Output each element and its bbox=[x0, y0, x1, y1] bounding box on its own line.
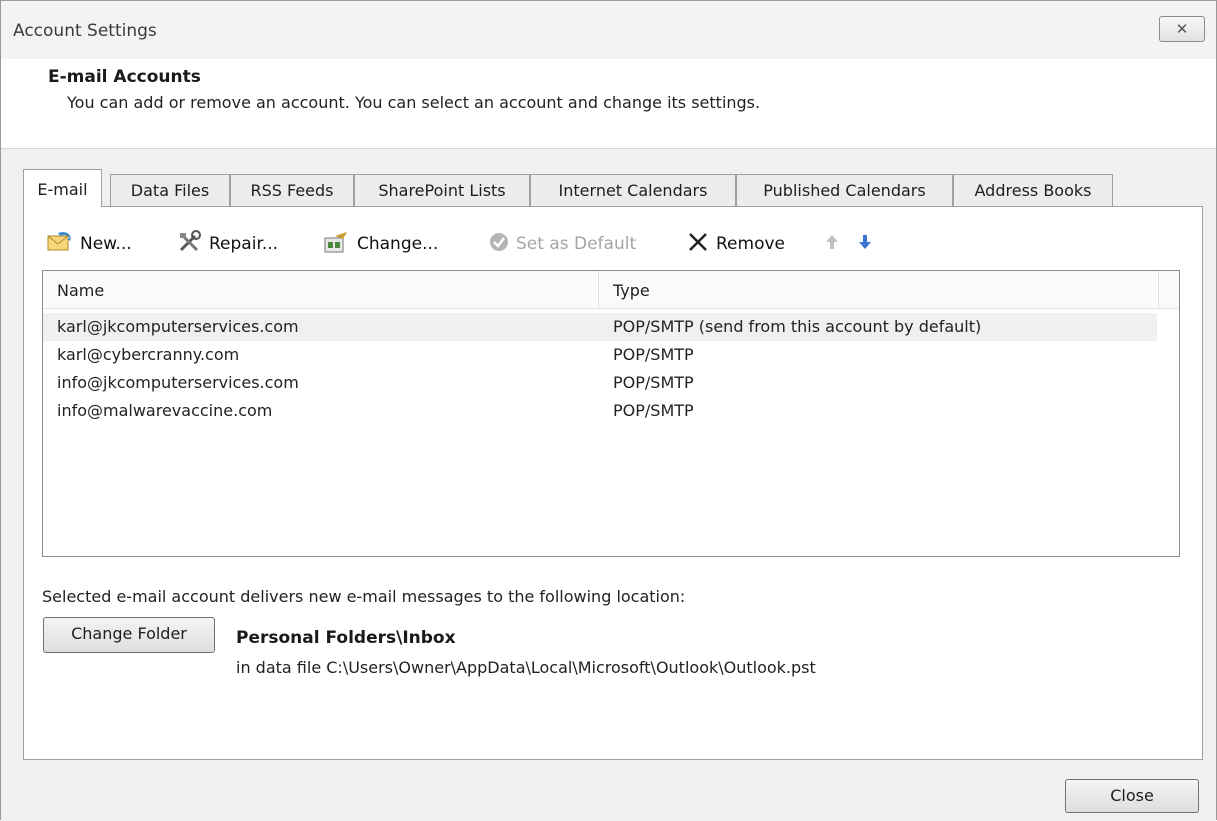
accounts-list-header: Name Type bbox=[43, 271, 1179, 309]
tab-label: Internet Calendars bbox=[558, 181, 708, 200]
account-name: info@malwarevaccine.com bbox=[57, 401, 273, 420]
accounts-list[interactable]: Name Type karl@jkcomputerservices.com PO… bbox=[42, 270, 1180, 557]
column-type-label: Type bbox=[613, 281, 650, 300]
delivery-location-label: Selected e-mail account delivers new e-m… bbox=[42, 587, 686, 606]
new-label: New... bbox=[80, 234, 132, 254]
remove-account-button[interactable]: Remove bbox=[686, 229, 785, 259]
table-row[interactable]: info@jkcomputerservices.com POP/SMTP bbox=[43, 369, 1157, 397]
checkmark-icon bbox=[488, 231, 510, 258]
delivery-data-file-path: in data file C:\Users\Owner\AppData\Loca… bbox=[236, 658, 816, 677]
title-bar: Account Settings ✕ bbox=[1, 1, 1216, 59]
account-name: karl@cybercranny.com bbox=[57, 345, 240, 364]
remove-label: Remove bbox=[716, 234, 785, 254]
account-name: karl@jkcomputerservices.com bbox=[57, 317, 299, 336]
move-down-button[interactable] bbox=[857, 229, 873, 259]
tab-rss-feeds[interactable]: RSS Feeds bbox=[230, 174, 354, 206]
tab-label: Published Calendars bbox=[763, 181, 926, 200]
change-account-button[interactable]: Change... bbox=[323, 229, 438, 259]
column-header-name[interactable]: Name bbox=[43, 271, 599, 309]
account-type: POP/SMTP bbox=[613, 401, 694, 420]
close-icon: ✕ bbox=[1175, 20, 1189, 38]
set-as-default-button[interactable]: Set as Default bbox=[488, 229, 636, 259]
window-close-button[interactable]: ✕ bbox=[1159, 16, 1205, 42]
tab-data-files[interactable]: Data Files bbox=[110, 174, 230, 206]
tab-label: Data Files bbox=[130, 181, 210, 200]
repair-tools-icon bbox=[177, 229, 203, 259]
table-row[interactable]: info@malwarevaccine.com POP/SMTP bbox=[43, 397, 1157, 425]
account-type: POP/SMTP bbox=[613, 345, 694, 364]
column-header-type[interactable]: Type bbox=[599, 271, 1159, 309]
tab-label: SharePoint Lists bbox=[378, 181, 506, 200]
change-label: Change... bbox=[357, 234, 439, 254]
repair-label: Repair... bbox=[209, 234, 279, 254]
tab-email[interactable]: E-mail bbox=[23, 169, 102, 207]
page-title: E-mail Accounts bbox=[48, 67, 201, 87]
delivery-folder-name: Personal Folders\Inbox bbox=[236, 628, 456, 648]
column-name-label: Name bbox=[57, 281, 105, 300]
account-toolbar: New... Repair... Change... Set as Defaul… bbox=[46, 229, 946, 261]
move-up-button[interactable] bbox=[824, 229, 840, 259]
new-account-button[interactable]: New... bbox=[46, 229, 132, 259]
arrow-up-icon bbox=[824, 233, 840, 256]
account-name: info@jkcomputerservices.com bbox=[57, 373, 299, 392]
account-type: POP/SMTP (send from this account by defa… bbox=[613, 317, 982, 336]
header-area: E-mail Accounts You can add or remove an… bbox=[1, 59, 1216, 149]
tab-address-books[interactable]: Address Books bbox=[953, 174, 1113, 206]
account-type: POP/SMTP bbox=[613, 373, 694, 392]
tab-internet-calendars[interactable]: Internet Calendars bbox=[530, 174, 736, 206]
change-settings-icon bbox=[323, 230, 351, 259]
table-row[interactable]: karl@jkcomputerservices.com POP/SMTP (se… bbox=[43, 313, 1157, 341]
repair-account-button[interactable]: Repair... bbox=[177, 229, 278, 259]
tab-sharepoint-lists[interactable]: SharePoint Lists bbox=[354, 174, 530, 206]
account-settings-dialog: Account Settings ✕ E-mail Accounts You c… bbox=[0, 0, 1217, 821]
close-button[interactable]: Close bbox=[1065, 779, 1199, 813]
set-as-default-label: Set as Default bbox=[516, 234, 637, 254]
change-folder-button[interactable]: Change Folder bbox=[43, 617, 215, 653]
tab-label: E-mail bbox=[37, 180, 88, 199]
tab-label: Address Books bbox=[974, 181, 1092, 200]
table-row[interactable]: karl@cybercranny.com POP/SMTP bbox=[43, 341, 1157, 369]
tab-label: RSS Feeds bbox=[250, 181, 334, 200]
window-title: Account Settings bbox=[13, 21, 157, 41]
page-description: You can add or remove an account. You ca… bbox=[67, 93, 761, 112]
tab-published-calendars[interactable]: Published Calendars bbox=[736, 174, 953, 206]
arrow-down-icon bbox=[857, 233, 873, 256]
email-tab-panel: New... Repair... Change... Set as Defaul… bbox=[23, 206, 1203, 760]
body-area: E-mail Data Files RSS Feeds SharePoint L… bbox=[1, 149, 1216, 821]
new-mail-icon bbox=[46, 230, 74, 259]
remove-x-icon bbox=[686, 231, 710, 258]
